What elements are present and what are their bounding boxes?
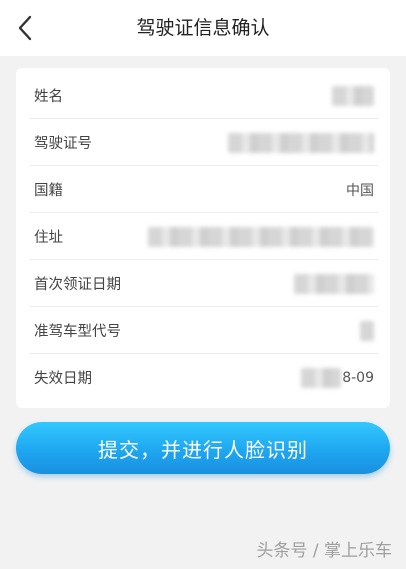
field-value-license-number [228,132,374,153]
nav-bar: 驾驶证信息确认 [0,0,406,56]
field-row-expiry-date: 失效日期 8-09 [16,354,390,401]
field-label-nationality: 国籍 [34,183,63,199]
field-row-vehicle-class: 准驾车型代号 [16,307,390,354]
field-value-name [332,85,374,106]
redacted-block [360,320,374,341]
field-label-license-number: 驾驶证号 [34,136,92,152]
field-value-nationality: 中国 [346,182,374,199]
page-title: 驾驶证信息确认 [136,17,270,39]
screen: 驾驶证信息确认 姓名 驾驶证号 国籍 中国 住址 首次领证日期 准驾车型代号 失… [0,0,406,569]
field-row-license-number: 驾驶证号 [16,119,390,166]
field-row-name: 姓名 [16,72,390,119]
field-value-first-issue-date [294,273,374,294]
field-label-vehicle-class: 准驾车型代号 [34,324,121,340]
field-row-nationality: 国籍 中国 [16,166,390,213]
watermark: 头条号 / 掌上乐车 [256,541,392,561]
field-value-vehicle-class [360,320,374,341]
redacted-block [148,226,374,247]
field-label-expiry-date: 失效日期 [34,371,92,387]
submit-face-recognition-button[interactable]: 提交，并进行人脸识别 [16,422,390,474]
license-info-card: 姓名 驾驶证号 国籍 中国 住址 首次领证日期 准驾车型代号 失效日期 8-09 [16,68,390,408]
field-row-address: 住址 [16,213,390,260]
redacted-block [301,367,342,388]
field-label-name: 姓名 [34,89,63,105]
field-row-first-issue-date: 首次领证日期 [16,260,390,307]
redacted-block [228,132,374,153]
redacted-block [332,85,374,106]
field-label-first-issue-date: 首次领证日期 [34,277,121,293]
redacted-block [294,273,374,294]
field-value-address [148,226,374,247]
field-label-address: 住址 [34,230,63,246]
field-value-expiry-date: 8-09 [301,367,374,388]
